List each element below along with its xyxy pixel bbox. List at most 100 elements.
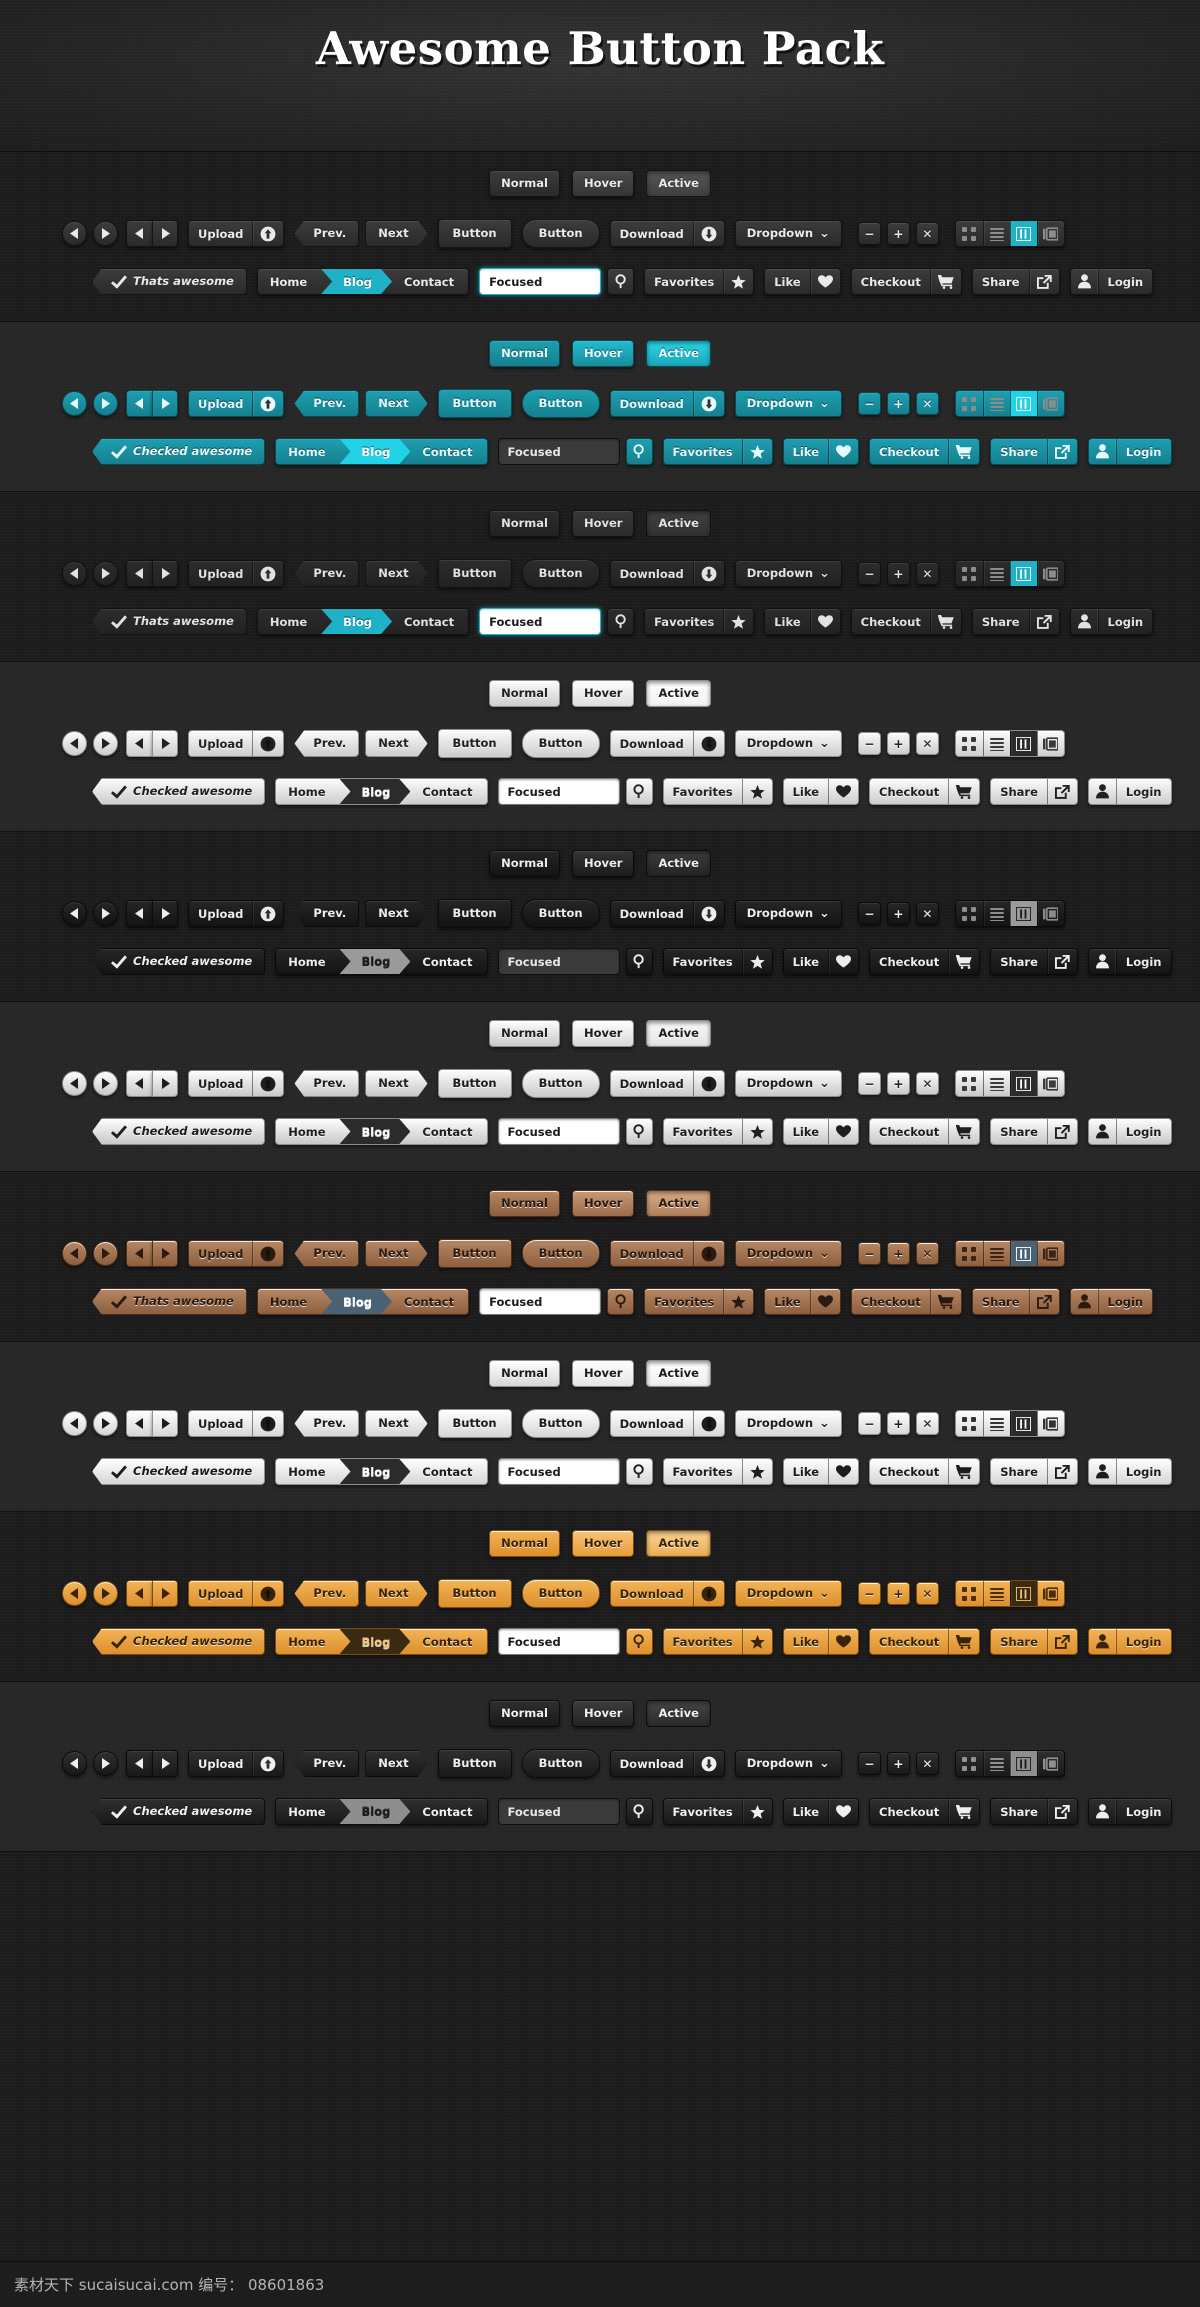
dropdown-button[interactable]: Dropdown ⌄	[734, 220, 842, 247]
panel-view-icon[interactable]	[1036, 561, 1064, 586]
minus-button[interactable]: −	[857, 1582, 881, 1605]
state-button-active[interactable]: Active	[646, 170, 711, 197]
grid-view-icon[interactable]	[956, 1411, 983, 1436]
next-circle-button[interactable]	[93, 1581, 118, 1606]
columns-view-icon[interactable]	[1009, 1581, 1037, 1606]
breadcrumb-item-contact[interactable]: Contact	[400, 1119, 486, 1144]
grid-view-icon[interactable]	[956, 1751, 983, 1776]
checked-awesome-button[interactable]: Thats awesome	[92, 608, 247, 635]
upload-button[interactable]: Upload	[188, 1070, 285, 1097]
panel-view-icon[interactable]	[1036, 1751, 1064, 1776]
checked-awesome-button[interactable]: Checked awesome	[92, 778, 266, 805]
pair-prev-button[interactable]	[126, 1240, 152, 1267]
checkout-button[interactable]: Checkout	[850, 608, 962, 635]
share-button[interactable]: Share	[971, 268, 1060, 295]
pair-next-button[interactable]	[152, 1750, 178, 1777]
grid-view-icon[interactable]	[956, 901, 983, 926]
prev-circle-button[interactable]	[62, 901, 87, 926]
upload-button[interactable]: Upload	[188, 390, 285, 417]
pill-button[interactable]: Button	[521, 559, 600, 588]
download-button[interactable]: Download	[609, 1240, 725, 1267]
columns-view-icon[interactable]	[1009, 221, 1037, 246]
checked-awesome-button[interactable]: Checked awesome	[92, 438, 266, 465]
breadcrumb-item-blog[interactable]: Blog	[321, 1289, 392, 1314]
breadcrumb-item-home[interactable]: Home	[276, 1799, 339, 1824]
list-view-icon[interactable]	[982, 901, 1010, 926]
next-arrow-button[interactable]: Next	[365, 1580, 427, 1607]
state-button-hover[interactable]: Hover	[571, 850, 635, 877]
prev-circle-button[interactable]	[62, 221, 87, 246]
rect-button[interactable]: Button	[437, 1239, 512, 1268]
breadcrumb-item-blog[interactable]: Blog	[340, 1459, 411, 1484]
state-button-hover[interactable]: Hover	[571, 680, 635, 707]
share-button[interactable]: Share	[971, 1288, 1060, 1315]
favorites-button[interactable]: Favorites	[644, 1288, 755, 1315]
panel-view-icon[interactable]	[1036, 901, 1064, 926]
minus-button[interactable]: −	[857, 1242, 881, 1265]
breadcrumb-item-contact[interactable]: Contact	[400, 1629, 486, 1654]
columns-view-icon[interactable]	[1009, 561, 1037, 586]
favorites-button[interactable]: Favorites	[662, 438, 773, 465]
breadcrumb-item-home[interactable]: Home	[276, 1629, 339, 1654]
minus-button[interactable]: −	[857, 392, 881, 415]
favorites-button[interactable]: Favorites	[662, 1628, 773, 1655]
plus-button[interactable]: +	[886, 222, 910, 245]
state-button-active[interactable]: Active	[646, 1360, 711, 1387]
minus-button[interactable]: −	[857, 1752, 881, 1775]
columns-view-icon[interactable]	[1009, 901, 1037, 926]
download-button[interactable]: Download	[609, 560, 725, 587]
columns-view-icon[interactable]	[1009, 731, 1037, 756]
state-button-active[interactable]: Active	[646, 510, 711, 537]
close-button[interactable]: ✕	[915, 902, 939, 925]
download-button[interactable]: Download	[609, 1750, 725, 1777]
next-circle-button[interactable]	[93, 731, 118, 756]
pill-button[interactable]: Button	[521, 219, 600, 248]
share-button[interactable]: Share	[990, 1798, 1078, 1825]
state-button-hover[interactable]: Hover	[571, 340, 635, 367]
upload-button[interactable]: Upload	[188, 1580, 285, 1607]
upload-button[interactable]: Upload	[188, 900, 285, 927]
checkout-button[interactable]: Checkout	[869, 1458, 981, 1485]
state-button-active[interactable]: Active	[646, 1530, 711, 1557]
search-input[interactable]: Focused	[479, 608, 602, 635]
state-button-normal[interactable]: Normal	[489, 340, 560, 367]
upload-button[interactable]: Upload	[188, 220, 285, 247]
breadcrumb-item-blog[interactable]: Blog	[340, 949, 411, 974]
prev-circle-button[interactable]	[62, 391, 87, 416]
list-view-icon[interactable]	[982, 1241, 1010, 1266]
pair-next-button[interactable]	[152, 560, 178, 587]
minus-button[interactable]: −	[857, 732, 881, 755]
pill-button[interactable]: Button	[521, 729, 600, 758]
pill-button[interactable]: Button	[521, 899, 600, 928]
panel-view-icon[interactable]	[1036, 1411, 1064, 1436]
share-button[interactable]: Share	[990, 1118, 1078, 1145]
panel-view-icon[interactable]	[1036, 221, 1064, 246]
state-button-active[interactable]: Active	[646, 850, 711, 877]
upload-button[interactable]: Upload	[188, 1410, 285, 1437]
pair-next-button[interactable]	[152, 390, 178, 417]
panel-view-icon[interactable]	[1036, 1581, 1064, 1606]
checked-awesome-button[interactable]: Checked awesome	[92, 1798, 266, 1825]
search-icon[interactable]	[625, 778, 653, 805]
breadcrumb-item-blog[interactable]: Blog	[321, 609, 392, 634]
minus-button[interactable]: −	[857, 1412, 881, 1435]
checked-awesome-button[interactable]: Thats awesome	[92, 1288, 247, 1315]
dropdown-button[interactable]: Dropdown ⌄	[734, 1240, 842, 1267]
breadcrumb-item-home[interactable]: Home	[276, 1119, 339, 1144]
breadcrumb-item-contact[interactable]: Contact	[400, 1459, 486, 1484]
dropdown-button[interactable]: Dropdown ⌄	[734, 390, 842, 417]
rect-button[interactable]: Button	[437, 729, 512, 758]
next-circle-button[interactable]	[93, 1071, 118, 1096]
plus-button[interactable]: +	[886, 1242, 910, 1265]
next-circle-button[interactable]	[93, 1751, 118, 1776]
checkout-button[interactable]: Checkout	[869, 778, 981, 805]
pair-prev-button[interactable]	[126, 1070, 152, 1097]
close-button[interactable]: ✕	[915, 1242, 939, 1265]
pill-button[interactable]: Button	[521, 1749, 600, 1778]
pill-button[interactable]: Button	[521, 1069, 600, 1098]
checkout-button[interactable]: Checkout	[869, 948, 981, 975]
columns-view-icon[interactable]	[1009, 1241, 1037, 1266]
next-arrow-button[interactable]: Next	[365, 1070, 427, 1097]
favorites-button[interactable]: Favorites	[644, 268, 755, 295]
columns-view-icon[interactable]	[1009, 1071, 1037, 1096]
